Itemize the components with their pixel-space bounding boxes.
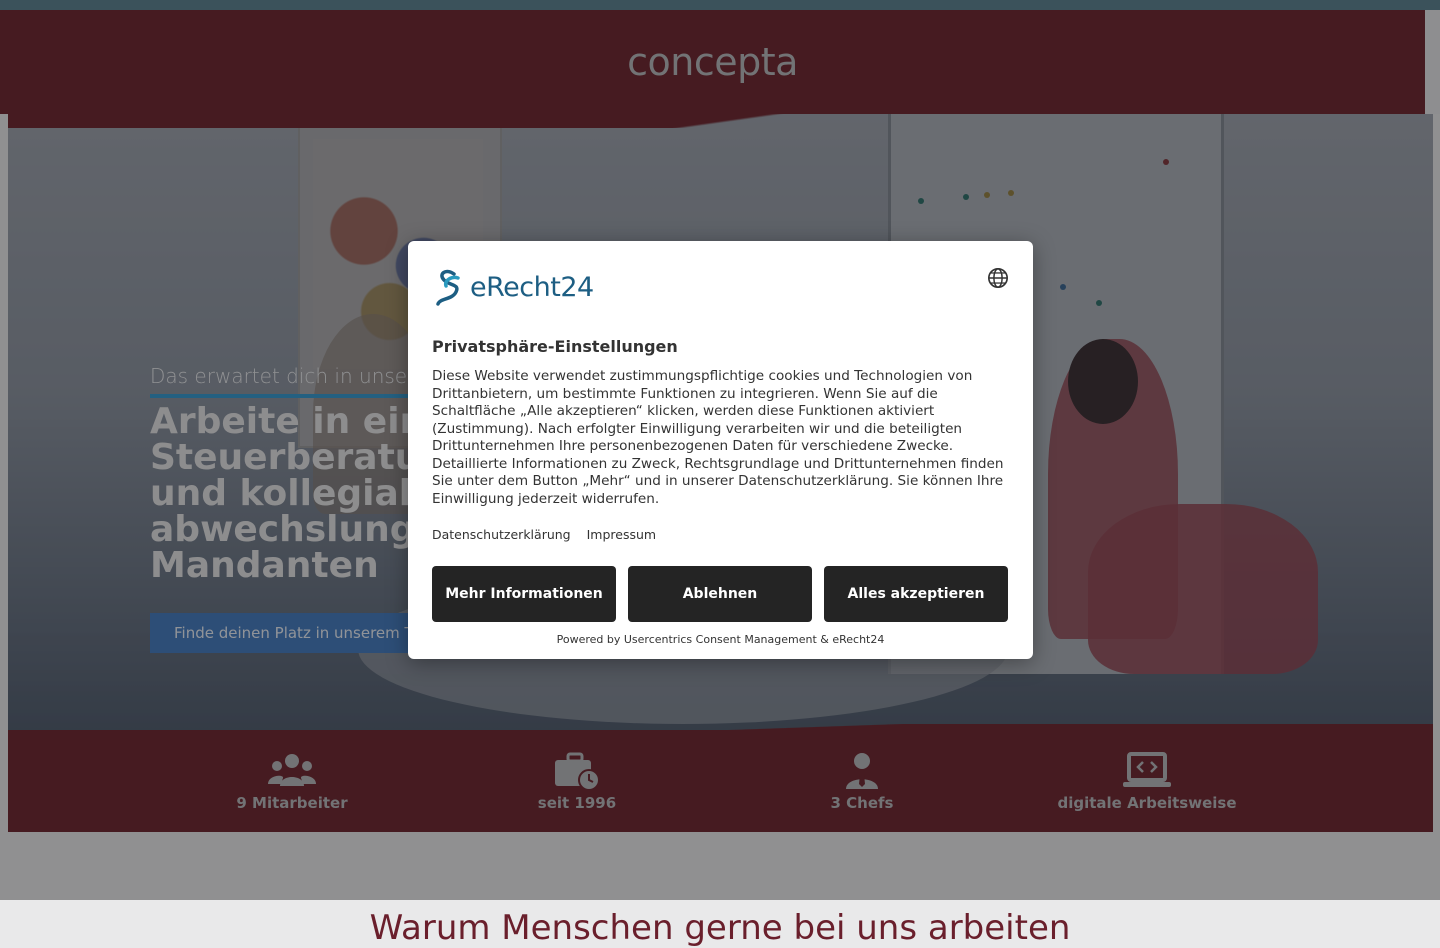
- consent-dialog: eRecht24 Privatsphäre-Einstellungen Dies…: [408, 241, 1033, 659]
- consent-links: Datenschutzerklärung Impressum: [432, 527, 668, 542]
- powered-by-text: Powered by Usercentrics Consent Manageme…: [556, 633, 885, 646]
- imprint-link[interactable]: Impressum: [587, 527, 656, 542]
- more-info-button[interactable]: Mehr Informationen: [432, 566, 616, 622]
- accept-all-button[interactable]: Alles akzeptieren: [824, 566, 1008, 622]
- consent-title: Privatsphäre-Einstellungen: [432, 337, 678, 356]
- deny-button[interactable]: Ablehnen: [628, 566, 812, 622]
- section-heading: Warum Menschen gerne bei uns arbeiten: [369, 908, 1071, 948]
- erecht24-brand: eRecht24: [470, 271, 594, 303]
- language-globe-icon[interactable]: [987, 267, 1009, 289]
- paragraph-logo-icon: [436, 269, 460, 306]
- erecht24-logo: eRecht24: [432, 267, 594, 307]
- privacy-policy-link[interactable]: Datenschutzerklärung: [432, 527, 571, 542]
- consent-description: Diese Website verwendet zustimmungspflic…: [432, 368, 1004, 507]
